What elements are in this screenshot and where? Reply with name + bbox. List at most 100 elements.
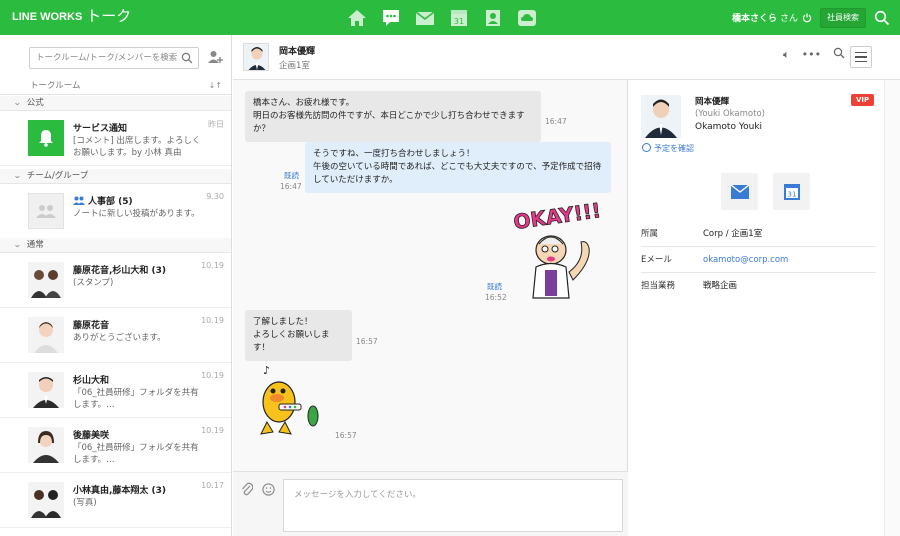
room-name: 小林真由,藤本翔太 (3) [73,486,167,496]
room-last-message: ノートに新しい投稿があります。 [73,209,200,219]
room-time: 9.30 [206,192,224,201]
room-time: 昨日 [208,120,224,129]
user-suffix: さん [779,14,798,24]
message-bubble-incoming[interactable]: 了解しました！ よろしくお願いします！ [245,310,352,361]
read-receipt: 既読 [284,171,299,180]
field-label: Eメール [641,255,672,265]
avatar [28,372,64,408]
message-time: 16:52 [485,293,507,302]
calendar-button[interactable]: 31 [773,173,810,210]
profile-row-email: Eメール okamoto@corp.com [641,248,876,273]
message-line: よろしくお願いします！ [253,330,330,353]
send-mail-button[interactable] [721,173,758,210]
room-item-service[interactable]: サービス通知 [コメント] 出席します。よろしくお願いします。by 小林 真由 … [0,112,231,166]
talk-icon[interactable] [380,8,402,28]
room-item[interactable]: 後藤美咲 「06_社員研修」フォルダを共有します。… 10.19 [0,419,231,473]
contacts-icon[interactable] [482,8,504,28]
employee-search-button[interactable]: 社員検索 [820,8,866,28]
chevron-down-icon: ⌄ [12,98,22,107]
sort-button[interactable]: ↓↑ [209,79,222,93]
service-nav: 31 [346,8,550,30]
room-last-message: (スタンプ) [73,278,114,288]
profile-romaji: (Youki Okamoto) [695,109,765,119]
section-official[interactable]: ⌄ 公式 [0,96,231,111]
message-time: 16:57 [335,431,357,440]
message-input-placeholder: メッセージを入力してください。 [294,490,421,500]
profile-avatar[interactable] [641,95,681,138]
avatar [28,427,64,463]
chat-partner-avatar[interactable] [243,43,269,71]
message-line: 午後の空いている時間であれば、どこでも大丈夫ですので、予定作成で招待していただけ… [313,162,602,185]
room-list-header: トークルーム ↓↑ [0,79,231,95]
section-label: 公式 [26,98,44,108]
chat-title: 岡本優輝 [279,47,316,57]
message-input[interactable]: メッセージを入力してください。 [283,479,623,532]
app-name: トーク [86,8,132,25]
chevron-down-icon: ⌄ [12,240,22,249]
room-name: 杉山大和 [73,376,110,386]
profile-row-department: 所属 Corp / 企画1室 [641,222,876,247]
room-item[interactable]: 杉山大和 「06_社員研修」フォルダを共有します。… 10.19 [0,364,231,418]
room-time: 10.19 [201,316,224,325]
attachment-icon[interactable] [241,482,253,496]
drive-icon[interactable] [516,8,538,28]
room-search-placeholder: トークルーム/トーク/メンバーを検索 [36,53,178,63]
bird-sticker[interactable]: ♪ [249,362,331,440]
emoji-icon[interactable] [262,483,275,496]
section-label: 通常 [26,240,44,250]
search-icon[interactable] [874,10,890,26]
message-bubble-incoming[interactable]: 橋本さん、お疲れ様です。 明日のお客様先訪問の件ですが、本日どこかで少し打ち合わ… [245,91,541,142]
room-last-message: (写真) [73,498,97,508]
chat-search-icon[interactable] [833,47,845,62]
avatar [28,262,64,298]
field-value: Corp / 企画1室 [703,229,763,239]
section-team[interactable]: ⌄ チーム/グループ [0,169,231,184]
room-time: 10.17 [201,481,224,490]
room-item[interactable]: 小林真由,藤本翔太 (3) (写真) 10.17 [0,474,231,528]
email-link[interactable]: okamoto@corp.com [703,248,788,273]
chat-tools: 🔈︎ ••• [783,47,857,62]
sticker-text: OKAY!!! [512,202,602,234]
chat-area: 橋本さん、お疲れ様です。 明日のお客様先訪問の件ですが、本日どこかで少し打ち合わ… [233,80,628,536]
group-avatar [28,193,64,229]
message-line: そうですね、一度打ち合わせしましょう！ [313,149,475,159]
message-bubble-outgoing[interactable]: そうですね、一度打ち合わせしましょう！ 午後の空いている時間であれば、どこでも大… [305,142,611,193]
user-menu[interactable]: 橋本さくら さん [732,11,812,24]
room-search-input[interactable]: トークルーム/トーク/メンバーを検索 [29,47,199,69]
brand-logo: LINE WORKS [12,11,83,23]
more-icon[interactable]: ••• [802,48,821,61]
message-time: 16:47 [280,182,302,191]
field-value: 戦略企画 [703,281,738,291]
room-item-hr[interactable]: 人事部 (5) ノートに新しい投稿があります。 9.30 [0,185,231,239]
profile-english-name: Okamoto Youki [695,122,763,132]
chat-subtitle: 企画1室 [279,61,310,71]
schedule-link[interactable]: 予定を確認 [642,143,694,154]
room-last-message: [コメント] 出席します。よろしくお願いします。by 小林 真由 [73,136,201,158]
message-time: 16:57 [356,337,378,346]
home-icon[interactable] [346,8,368,28]
calendar-icon[interactable]: 31 [448,8,470,28]
power-icon[interactable] [802,13,812,23]
room-item[interactable]: 藤原花音,杉山大和 (3) (スタンプ) 10.19 [0,254,231,308]
talk-room-sidebar: トークルーム/トーク/メンバーを検索 トークルーム ↓↑ ⌄ 公式 サービス通知 … [0,35,232,536]
okay-sticker[interactable]: OKAY!!! [511,202,611,302]
room-last-message: 「06_社員研修」フォルダを共有します。… [73,388,199,410]
room-last-message: 「06_社員研修」フォルダを共有します。… [73,443,199,465]
app-brand[interactable]: LINE WORKS トーク [12,8,131,26]
mail-icon[interactable] [414,8,436,28]
message-line: 橋本さん、お疲れ様です。 [253,98,355,108]
search-icon[interactable] [181,52,193,64]
add-member-icon[interactable] [207,49,223,65]
room-item[interactable]: 藤原花音 ありがとうございます。 10.19 [0,309,231,363]
room-time: 10.19 [201,261,224,270]
menu-button[interactable] [850,46,872,68]
room-time: 10.19 [201,371,224,380]
section-normal[interactable]: ⌄ 通常 [0,238,231,253]
user-name: 橋本さくら [731,14,777,24]
field-label: 担当業務 [641,281,676,291]
message-line: 了解しました！ [253,317,313,327]
profile-scrollbar[interactable] [884,80,900,536]
room-name: 後藤美咲 [73,431,110,441]
calendar-icon: 31 [783,183,800,200]
speaker-icon[interactable]: 🔈︎ [783,48,790,62]
